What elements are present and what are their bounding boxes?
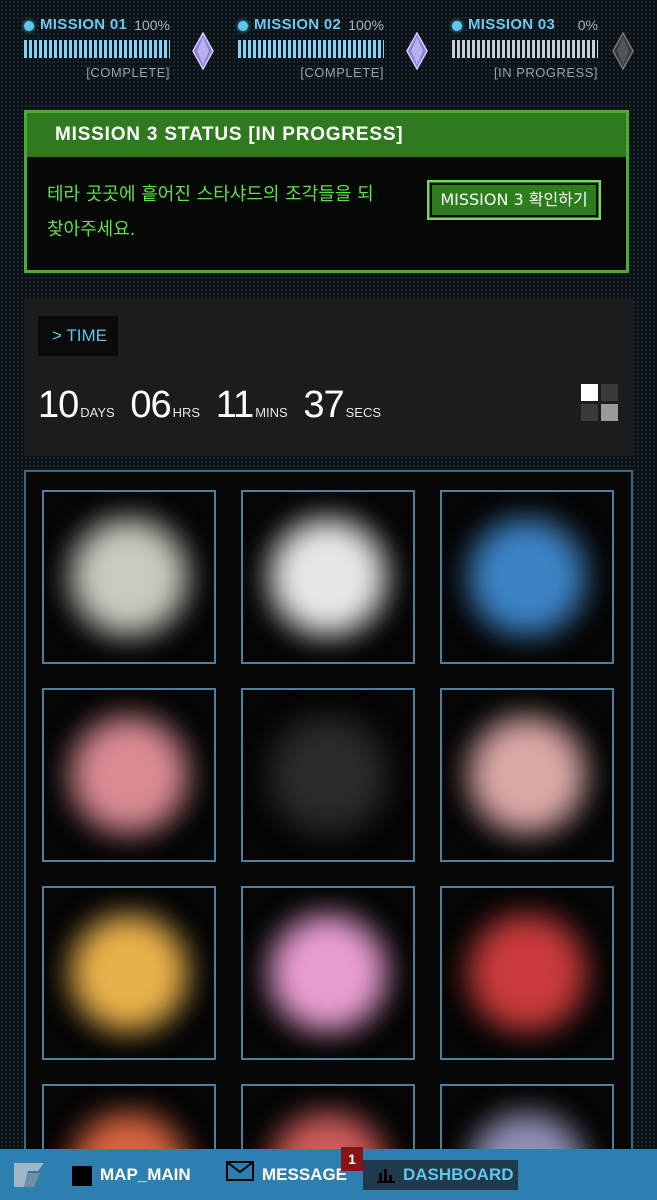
nav-dashboard[interactable]: DASHBOARD <box>363 1160 518 1190</box>
seconds-unit: SECS <box>345 405 382 420</box>
shard-dark-tile[interactable] <box>241 688 415 862</box>
nav-map-main[interactable]: MAP_MAIN <box>72 1159 191 1191</box>
star-shard-crystal-icon <box>192 32 214 70</box>
mission-01-percent: 100% <box>134 17 170 33</box>
mission-01-progress <box>24 40 170 58</box>
mission-01-header: MISSION 01 100% <box>24 16 170 36</box>
mission-03-progress <box>452 40 598 58</box>
map-square-icon <box>72 1165 92 1186</box>
shard-ring-image <box>456 704 598 846</box>
mission-03[interactable]: MISSION 03 0% [IN PROGRESS] <box>452 16 598 86</box>
nav-map-label: MAP_MAIN <box>100 1165 191 1184</box>
mission-02-progress <box>238 40 384 58</box>
mission-03-header: MISSION 03 0% <box>452 16 598 36</box>
shard-blue-tile[interactable] <box>440 490 614 664</box>
mission-progress-bar: MISSION 01 100% [COMPLETE] MISSION 02 10… <box>0 0 657 92</box>
status-dot-icon <box>452 21 462 31</box>
status-header: MISSION 3 STATUS [IN PROGRESS] <box>27 113 626 157</box>
shard-white-image <box>58 506 200 648</box>
shard-pink-red-image <box>58 704 200 846</box>
bottom-nav: MAP_MAIN MESSAGE <box>0 1149 657 1200</box>
mission-3-check-button[interactable]: MISSION 3 확인하기 <box>427 180 601 220</box>
shard-pink-tile[interactable] <box>241 886 415 1060</box>
mission-02-header: MISSION 02 100% <box>238 16 384 36</box>
logo-icon[interactable] <box>10 1159 50 1191</box>
shard-dark-image <box>257 704 399 846</box>
status-description: 테라 곳곳에 흩어진 스타샤드의 조각들을 되찾아주세요. <box>47 184 374 240</box>
shard-pearl-image <box>257 506 399 648</box>
countdown-days: 10 <box>38 384 79 426</box>
shard-pink-red-tile[interactable] <box>42 688 216 862</box>
pixel-grid-icon <box>581 384 619 422</box>
mission-02-state: [COMPLETE] <box>300 65 384 80</box>
nav-dashboard-label: DASHBOARD <box>403 1165 514 1184</box>
mission-01-state: [COMPLETE] <box>86 65 170 80</box>
shard-ring-tile[interactable] <box>440 688 614 862</box>
time-panel: > TIME 10 DAYS 06 HRS 11 MINS 37 SECS <box>24 298 633 456</box>
days-unit: DAYS <box>80 405 115 420</box>
status-dot-icon <box>24 21 34 31</box>
countdown-seconds: 37 <box>303 384 344 426</box>
shard-red-star-image <box>456 902 598 1044</box>
mission-02[interactable]: MISSION 02 100% [COMPLETE] <box>238 16 384 86</box>
hours-unit: HRS <box>172 405 201 420</box>
minutes-unit: MINS <box>255 405 288 420</box>
mission-03-state: [IN PROGRESS] <box>493 65 598 80</box>
countdown-timer: 10 DAYS 06 HRS 11 MINS 37 SECS <box>38 384 387 428</box>
message-count-badge: 1 <box>341 1147 363 1171</box>
star-shard-grid <box>24 470 633 1160</box>
locked-crystal-icon <box>612 32 634 70</box>
shard-rainbow-image <box>58 902 200 1044</box>
mission-02-name: MISSION 02 <box>254 16 342 33</box>
shard-blue-image <box>456 506 598 648</box>
shard-pink-image <box>257 902 399 1044</box>
mission-02-percent: 100% <box>348 17 384 33</box>
countdown-minutes: 11 <box>215 384 254 426</box>
mission-03-percent: 0% <box>577 17 598 33</box>
time-label: > TIME <box>38 316 118 356</box>
shard-pearl-tile[interactable] <box>241 490 415 664</box>
shard-rainbow-tile[interactable] <box>42 886 216 1060</box>
mission-01-name: MISSION 01 <box>40 16 128 33</box>
status-dot-icon <box>238 21 248 31</box>
mission-status-panel: MISSION 3 STATUS [IN PROGRESS] 테라 곳곳에 흩어… <box>24 110 629 273</box>
shard-white-tile[interactable] <box>42 490 216 664</box>
bar-chart-icon <box>377 1167 395 1187</box>
envelope-icon <box>226 1160 254 1192</box>
star-shard-crystal-icon <box>406 32 428 70</box>
mission-03-name: MISSION 03 <box>468 16 556 33</box>
mission-01[interactable]: MISSION 01 100% [COMPLETE] <box>24 16 170 86</box>
nav-message[interactable]: MESSAGE <box>226 1159 347 1191</box>
countdown-hours: 06 <box>130 384 171 426</box>
shard-red-star-tile[interactable] <box>440 886 614 1060</box>
status-title: MISSION 3 STATUS [IN PROGRESS] <box>55 124 404 145</box>
nav-message-label: MESSAGE <box>262 1165 348 1184</box>
